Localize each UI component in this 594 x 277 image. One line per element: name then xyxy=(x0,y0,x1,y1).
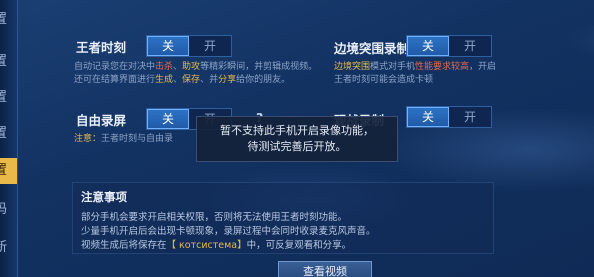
watch-record-off-option[interactable]: 关 xyxy=(407,107,449,127)
king-moment-desc-1: 自动记录您在对决中击杀、助攻等精彩瞬间，并剪辑成视频。 xyxy=(74,62,318,72)
notes-panel: 注意事项 部分手机会要求开启相关权限，否则将无法使用王者时刻功能。 少量手机开启… xyxy=(72,182,494,254)
free-record-off-option[interactable]: 关 xyxy=(147,109,189,129)
notes-title: 注意事项 xyxy=(81,190,127,204)
sidebar: 置 置 置 置 置 码 新 xyxy=(0,0,18,277)
sidebar-tab-2[interactable]: 置 xyxy=(0,52,17,72)
video-folder-link[interactable]: 【 котсистема】 xyxy=(167,240,247,251)
edge-breakout-label: 边境突围录制 xyxy=(334,41,410,56)
king-moment-label: 王者时刻 xyxy=(76,40,127,55)
unsupported-toast: 暂不支持此手机开启录像功能， 待测试完善后开放。 xyxy=(196,116,398,162)
watch-record-on-option[interactable]: 开 xyxy=(449,107,491,127)
king-moment-desc-2: 还可在结算界面进行生成、保存、并分享给你的朋友。 xyxy=(74,75,291,85)
sidebar-tab-3[interactable]: 置 xyxy=(0,88,17,108)
edge-breakout-desc-2: 王者时刻可能会造成卡顿 xyxy=(334,75,434,85)
sidebar-tab-7[interactable]: 新 xyxy=(0,238,17,258)
sidebar-tab-6[interactable]: 码 xyxy=(0,200,17,220)
toast-line-2: 待测试完善后开放。 xyxy=(247,140,347,153)
notes-line-2: 少量手机开启后会出现卡顿现象，录屏过程中会同时收录麦克风声音。 xyxy=(81,226,376,237)
sidebar-tab-1[interactable]: 置 xyxy=(0,10,17,30)
toast-line-1: 暂不支持此手机开启录像功能， xyxy=(220,124,374,137)
sidebar-tab-active[interactable]: 置 xyxy=(0,158,17,184)
king-moment-toggle: 关 开 xyxy=(146,35,232,57)
king-moment-on-option[interactable]: 开 xyxy=(189,36,231,56)
free-record-note: 注意：王者时刻与自由录 xyxy=(74,134,174,144)
watch-record-toggle: 关 开 xyxy=(406,106,492,128)
edge-breakout-on-option[interactable]: 开 xyxy=(449,36,491,56)
king-moment-off-option[interactable]: 关 xyxy=(147,36,189,56)
view-videos-button[interactable]: 查看视频 xyxy=(278,261,372,277)
notes-line-3: 视频生成后将保存在【 котсистема】中，可反复观看和分享。 xyxy=(81,240,352,251)
free-record-label: 自由录屏 xyxy=(76,113,127,128)
edge-breakout-off-option[interactable]: 关 xyxy=(407,36,449,56)
sidebar-tab-4[interactable]: 置 xyxy=(0,124,17,144)
edge-breakout-desc-1: 边境突围模式对手机性能要求较高，开启 xyxy=(334,62,497,72)
edge-breakout-toggle: 关 开 xyxy=(406,35,492,57)
notes-line-1: 部分手机会要求开启相关权限，否则将无法使用王者时刻功能。 xyxy=(81,212,348,223)
